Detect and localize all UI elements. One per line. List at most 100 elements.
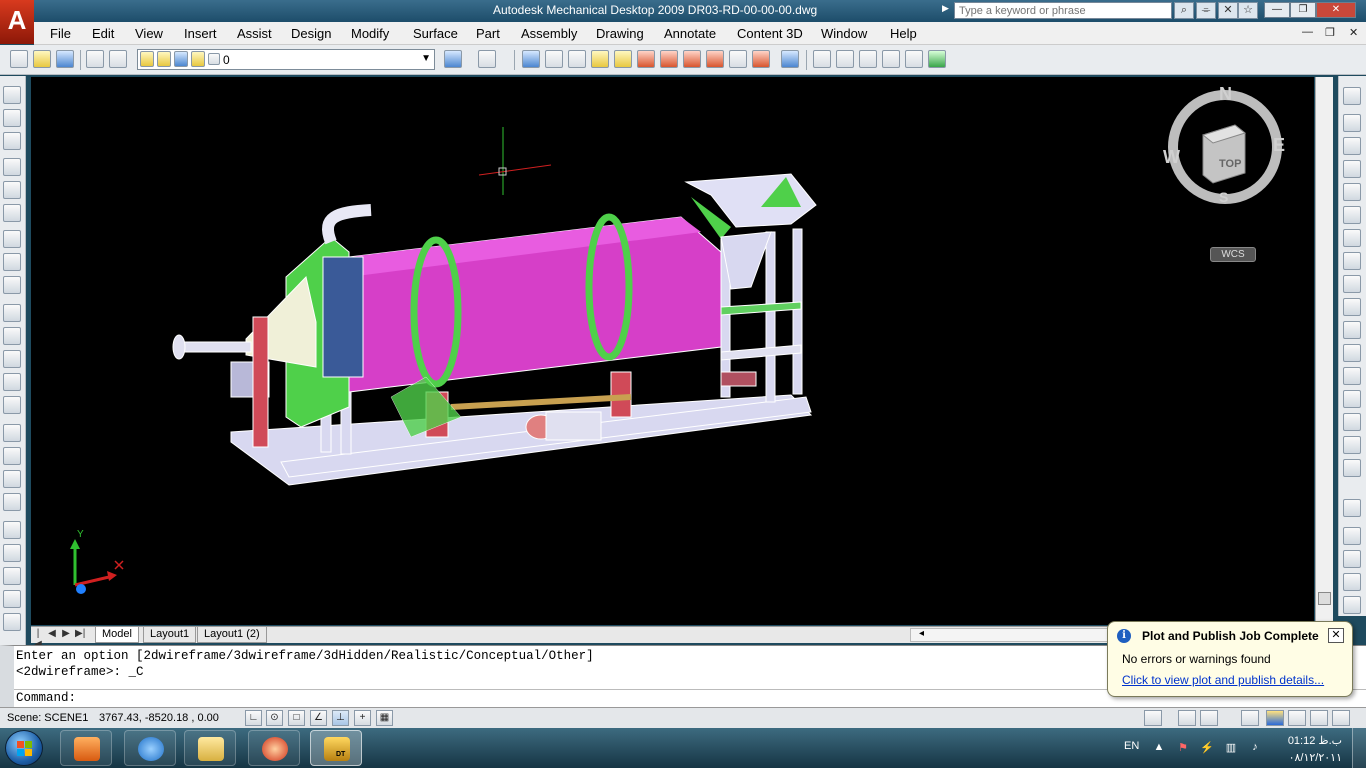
- tab-layout1-2[interactable]: Layout1 (2): [197, 627, 267, 643]
- menu-drawing[interactable]: Drawing: [596, 26, 644, 41]
- menu-window[interactable]: Window: [821, 26, 867, 41]
- constraint-icon[interactable]: [614, 50, 632, 68]
- 3d-box-icon[interactable]: [928, 50, 946, 68]
- zoom-status-icon[interactable]: [1200, 710, 1218, 726]
- grid-toggle[interactable]: ⊙: [266, 710, 283, 726]
- sweep-icon[interactable]: [683, 50, 701, 68]
- block-icon[interactable]: [1343, 527, 1361, 545]
- prev-tab-icon[interactable]: ◀: [47, 628, 57, 639]
- polygon-icon[interactable]: [1343, 275, 1361, 293]
- wcs-menu[interactable]: WCS: [1210, 247, 1256, 262]
- compass-north-label[interactable]: N: [1219, 84, 1232, 105]
- save-icon[interactable]: [56, 50, 74, 68]
- taskbar-internet-explorer[interactable]: [124, 730, 176, 766]
- profile-tool-icon[interactable]: [3, 109, 21, 127]
- network-icon[interactable]: ▥: [1224, 741, 1238, 755]
- taskbar-media-player[interactable]: [60, 730, 112, 766]
- image-icon[interactable]: [1343, 87, 1361, 105]
- tab-model[interactable]: Model: [95, 627, 139, 643]
- doc-restore-button[interactable]: ❐: [1325, 26, 1335, 39]
- cloud-icon[interactable]: [1343, 367, 1361, 385]
- profile-icon[interactable]: [545, 50, 563, 68]
- close-button[interactable]: ✕: [1316, 2, 1356, 18]
- menu-annotate[interactable]: Annotate: [664, 26, 716, 41]
- zoom-icon[interactable]: [836, 50, 854, 68]
- taskbar-explorer[interactable]: [184, 730, 236, 766]
- design-center-icon[interactable]: [905, 50, 923, 68]
- feature-icon[interactable]: [3, 304, 21, 322]
- workspace-icon[interactable]: [1241, 710, 1259, 726]
- menu-view[interactable]: View: [135, 26, 163, 41]
- cancel-search-icon[interactable]: ✕: [1218, 2, 1238, 19]
- new-sketch-icon[interactable]: [522, 50, 540, 68]
- taskbar-firefox[interactable]: [248, 730, 300, 766]
- chamfer-icon[interactable]: [3, 350, 21, 368]
- menu-surface[interactable]: Surface: [413, 26, 458, 41]
- update-icon[interactable]: [3, 132, 21, 150]
- app-menu-button[interactable]: A: [0, 0, 34, 44]
- polyline-icon[interactable]: [3, 181, 21, 199]
- attribute-icon[interactable]: [1343, 550, 1361, 568]
- show-desktop-button[interactable]: [1352, 728, 1366, 768]
- menu-design[interactable]: Design: [291, 26, 331, 41]
- menu-content-3d[interactable]: Content 3D: [737, 26, 803, 41]
- assembly-icon[interactable]: [3, 424, 21, 442]
- compass-east-label[interactable]: E: [1273, 135, 1285, 156]
- viewcube[interactable]: N S W E TOP: [1163, 84, 1285, 210]
- fillet-icon[interactable]: [706, 50, 724, 68]
- menu-assembly[interactable]: Assembly: [521, 26, 577, 41]
- menu-edit[interactable]: Edit: [92, 26, 114, 41]
- volume-icon[interactable]: ♪: [1248, 741, 1262, 755]
- scroll-left-icon[interactable]: ◂: [919, 628, 924, 639]
- shell-icon[interactable]: [3, 373, 21, 391]
- model-space-icon[interactable]: [1144, 710, 1162, 726]
- circle-icon[interactable]: [1343, 298, 1361, 316]
- comm-center-icon[interactable]: [1310, 710, 1328, 726]
- xline-icon[interactable]: [1343, 206, 1361, 224]
- rectangle-icon[interactable]: [1343, 252, 1361, 270]
- bom-icon[interactable]: [3, 613, 21, 631]
- detail-icon[interactable]: [3, 567, 21, 585]
- taskbar-mechanical-desktop[interactable]: DT: [310, 730, 362, 766]
- undo-icon[interactable]: [444, 50, 462, 68]
- restore-button[interactable]: ❐: [1290, 2, 1316, 18]
- favorites-icon[interactable]: ☆: [1238, 2, 1258, 19]
- orbit-icon[interactable]: [859, 50, 877, 68]
- hole-icon[interactable]: [752, 50, 770, 68]
- corner-icon[interactable]: [1343, 436, 1361, 454]
- clock-date[interactable]: ۰۸/۱۲/۲۰۱۱: [1282, 751, 1342, 764]
- insert-icon[interactable]: [3, 493, 21, 511]
- drawing-canvas[interactable]: Y N S W E TOP WCS: [31, 77, 1314, 625]
- polar-toggle[interactable]: ∠: [310, 710, 327, 726]
- help-icon[interactable]: [781, 50, 799, 68]
- plot-status-icon[interactable]: [1288, 710, 1306, 726]
- scroll-thumb[interactable]: [1318, 592, 1331, 605]
- table-icon[interactable]: [3, 590, 21, 608]
- warning-icon[interactable]: [1343, 114, 1361, 132]
- search-icon[interactable]: ⌕: [1174, 2, 1194, 19]
- plot-icon[interactable]: [86, 50, 104, 68]
- move-icon[interactable]: [1343, 160, 1361, 178]
- menu-modify[interactable]: Modify: [351, 26, 389, 41]
- osnap-toggle[interactable]: ⊥: [332, 710, 349, 726]
- mate-icon[interactable]: [3, 447, 21, 465]
- clean-screen-icon[interactable]: [1332, 710, 1350, 726]
- title-dropdown-icon[interactable]: ▶: [942, 3, 949, 14]
- reference-icon[interactable]: [1343, 573, 1361, 591]
- viewcube-top-face[interactable]: TOP: [1219, 158, 1241, 170]
- show-hidden-icons[interactable]: ▲: [1152, 741, 1166, 755]
- notification-close-button[interactable]: ✕: [1328, 628, 1344, 643]
- language-indicator[interactable]: EN: [1124, 740, 1139, 752]
- constraint-tool-icon[interactable]: [3, 204, 21, 222]
- hatch-icon[interactable]: [1343, 344, 1361, 362]
- array-icon[interactable]: [3, 396, 21, 414]
- grid-icon[interactable]: [568, 50, 586, 68]
- tangent-icon[interactable]: [3, 276, 21, 294]
- doc-close-button[interactable]: ✕: [1349, 26, 1358, 39]
- mirror-icon[interactable]: [1343, 596, 1361, 614]
- last-tab-icon[interactable]: ▶|: [75, 628, 85, 639]
- line-icon[interactable]: [3, 158, 21, 176]
- menu-part[interactable]: Part: [476, 26, 500, 41]
- workplane-icon[interactable]: [729, 50, 747, 68]
- redo-icon[interactable]: [478, 50, 496, 68]
